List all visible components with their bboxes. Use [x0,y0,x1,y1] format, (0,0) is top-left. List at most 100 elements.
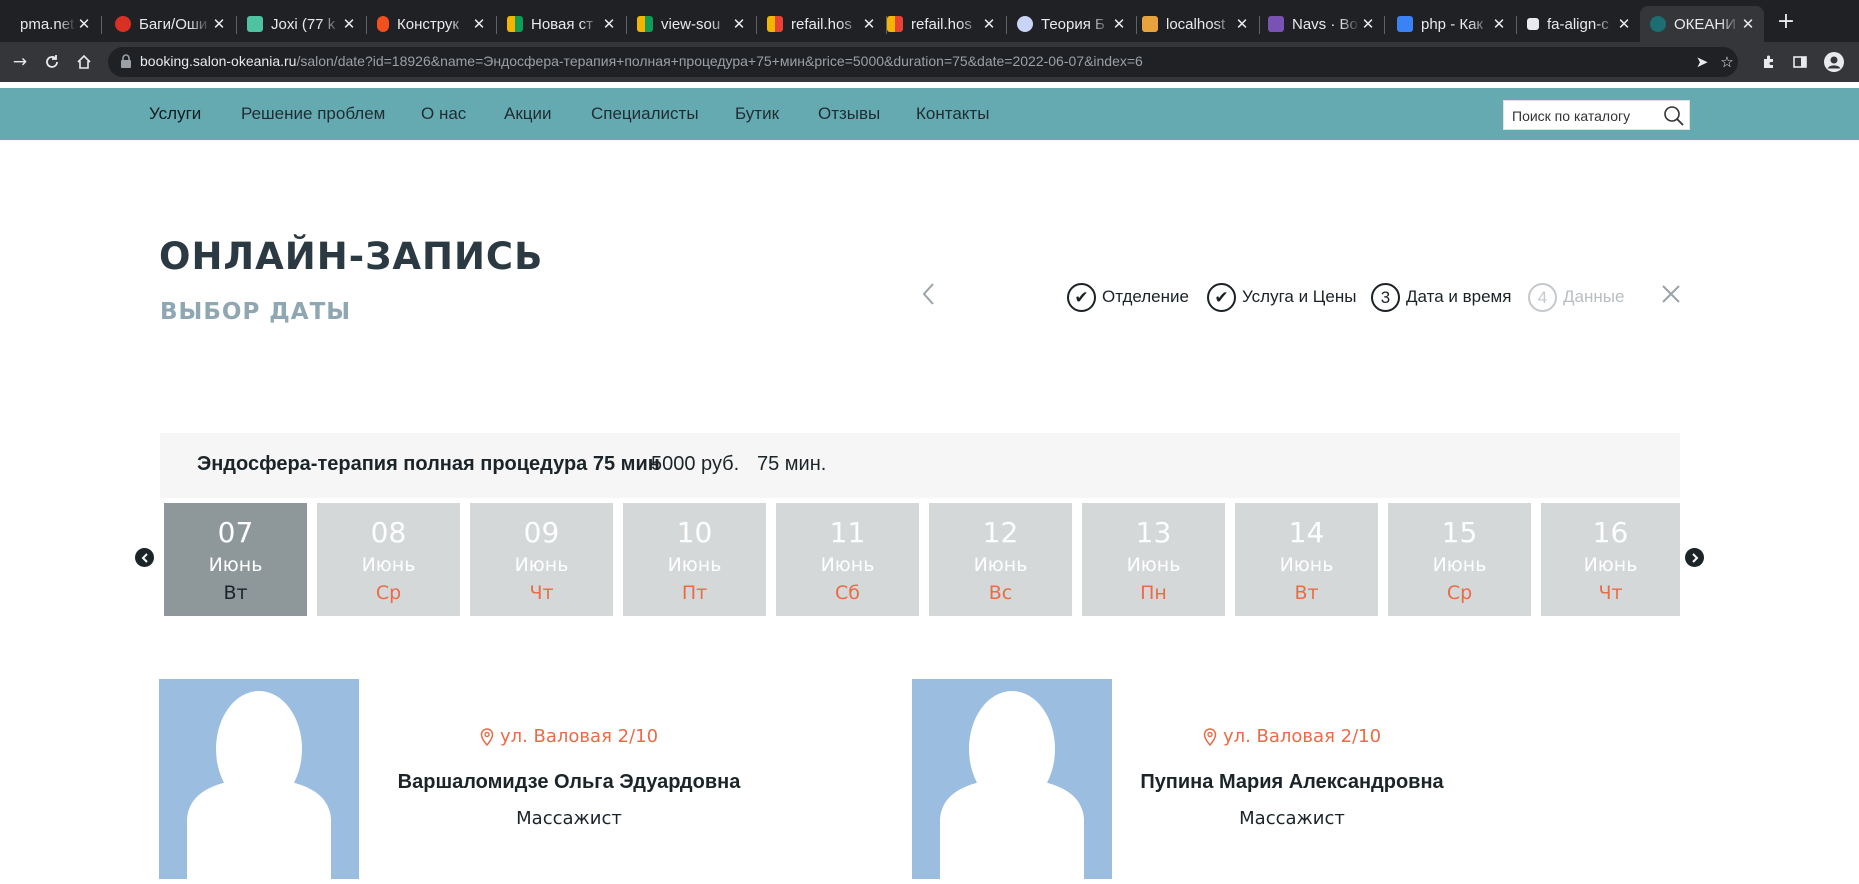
user-silhouette-icon [187,691,331,879]
step-label: Услуга и Цены [1242,287,1357,306]
browser-tab[interactable]: fa-align-c ✕ [1517,6,1640,42]
browser-tab-title: fa-align-c [1547,15,1609,33]
dates-prev-button[interactable] [135,548,154,567]
close-icon[interactable]: ✕ [1234,15,1250,33]
bug-tracker-icon [115,16,131,32]
search-icon[interactable] [1663,105,1685,127]
forward-icon[interactable]: → [8,50,32,74]
date-day: 15 [1441,516,1478,549]
close-icon[interactable]: ✕ [861,15,877,33]
close-icon[interactable]: ✕ [1360,15,1376,33]
browser-tab-active[interactable]: ОКЕАНИ ✕ [1640,6,1764,42]
nav-item-reviews[interactable]: Отзывы [818,104,880,124]
date-card[interactable]: 14 Июнь Вт [1235,503,1378,616]
close-icon[interactable]: ✕ [731,15,747,33]
profile-avatar-icon[interactable] [1822,50,1846,74]
step-service-prices[interactable]: ✔ Услуга и Цены [1207,282,1356,312]
avatar [912,679,1112,879]
stackoverflow-icon [1397,16,1413,32]
date-weekday: Пт [681,582,708,604]
page-title: ОНЛАЙН-ЗАПИСЬ [159,235,544,278]
close-icon[interactable]: ✕ [341,15,357,33]
date-card-selected[interactable]: 07 Июнь Вт [164,503,307,616]
chevron-left-icon [141,552,148,563]
nav-item-promotions[interactable]: Акции [504,104,552,124]
browser-tab[interactable]: Joxi (77 k ✕ [237,6,365,42]
browser-tab[interactable]: Новая ст ✕ [497,6,625,42]
date-day: 16 [1592,516,1629,549]
date-card[interactable]: 16 Июнь Чт [1541,503,1680,616]
specialist-role: Массажист [1239,808,1345,829]
close-icon[interactable]: ✕ [1111,15,1127,33]
browser-tab[interactable]: refail.hos ✕ [877,6,1005,42]
salon-icon [1650,16,1666,32]
extensions-icon[interactable] [1757,50,1781,74]
browser-tab-title: refail.hos [791,15,852,33]
date-card[interactable]: 09 Июнь Чт [470,503,613,616]
date-month: Июнь [1126,554,1181,576]
step-department[interactable]: ✔ Отделение [1067,282,1189,312]
close-icon[interactable]: ✕ [601,15,617,33]
date-weekday: Вт [223,582,248,604]
close-icon[interactable]: ✕ [1616,15,1632,33]
reload-icon[interactable] [40,50,64,74]
dates-next-button[interactable] [1685,548,1704,567]
close-icon[interactable]: ✕ [1740,15,1756,33]
close-icon[interactable]: ✕ [981,15,997,33]
nav-item-boutique[interactable]: Бутик [735,104,779,124]
close-icon[interactable] [1660,283,1682,305]
step-label: Данные [1563,287,1625,306]
chevron-right-icon [1691,552,1698,563]
specialist-card[interactable]: ул. Валовая 2/10 Пупина Мария Александро… [912,679,1532,879]
browser-tab[interactable]: Конструк ✕ [367,6,495,42]
date-month: Июнь [973,554,1028,576]
map-pin-icon [480,727,494,746]
home-icon[interactable] [72,50,96,74]
browser-tab[interactable]: Navs · Bo ✕ [1258,6,1384,42]
date-card[interactable]: 08 Июнь Ср [317,503,460,616]
page-subtitle: ВЫБОР ДАТЫ [160,299,352,325]
date-day: 11 [829,516,866,549]
date-card[interactable]: 12 Июнь Вс [929,503,1072,616]
chevron-left-icon[interactable] [918,280,940,308]
nav-item-services[interactable]: Услуги [149,104,201,124]
service-duration: 75 мин. [757,453,827,475]
date-card[interactable]: 15 Июнь Ср [1388,503,1531,616]
address-bar[interactable]: booking.salon-okeania.ru/salon/date?id=1… [108,47,1738,77]
nav-item-about[interactable]: О нас [421,104,466,124]
browser-tab[interactable]: php - Как ✕ [1387,6,1515,42]
date-weekday: Ср [375,582,402,604]
grid-app-icon [507,16,523,32]
specialist-card[interactable]: ул. Валовая 2/10 Варшаломидзе Ольга Эдуа… [159,679,779,879]
browser-tab-title: view-sou [661,15,721,33]
browser-tab[interactable]: localhost ✕ [1132,6,1258,42]
bookmark-star-icon[interactable]: ☆ [1716,51,1738,73]
browser-tab[interactable]: pma.neta ✕ [0,6,100,42]
browser-tab[interactable]: Теория Б ✕ [1007,6,1135,42]
send-icon[interactable]: ➤ [1691,51,1713,73]
url-text: booking.salon-okeania.ru/salon/date?id=1… [140,53,1143,69]
checkmark-icon: ✔ [1207,282,1236,312]
grid-app-icon [637,16,653,32]
browser-tab[interactable]: refail.hos ✕ [757,6,885,42]
browser-tab-title: php - Как [1421,15,1483,33]
date-card[interactable]: 13 Июнь Пн [1082,503,1225,616]
browser-tab[interactable]: view-sou ✕ [627,6,755,42]
date-card[interactable]: 11 Июнь Сб [776,503,919,616]
close-icon[interactable]: ✕ [76,15,92,33]
step-date-time[interactable]: 3 Дата и время [1371,282,1511,312]
catalog-search-input[interactable] [1512,106,1662,126]
browser-tab[interactable]: Баги/Оши ✕ [105,6,235,42]
close-icon[interactable]: ✕ [1491,15,1507,33]
date-month: Июнь [514,554,569,576]
close-icon[interactable]: ✕ [211,15,227,33]
date-day: 14 [1288,516,1325,549]
close-icon[interactable]: ✕ [471,15,487,33]
nav-item-solutions[interactable]: Решение проблем [241,104,385,124]
new-tab-icon[interactable]: + [1774,10,1798,34]
side-panel-icon[interactable] [1788,50,1812,74]
avatar [159,679,359,879]
date-card[interactable]: 10 Июнь Пт [623,503,766,616]
nav-item-contacts[interactable]: Контакты [916,104,989,124]
nav-item-specialists[interactable]: Специалисты [591,104,699,124]
